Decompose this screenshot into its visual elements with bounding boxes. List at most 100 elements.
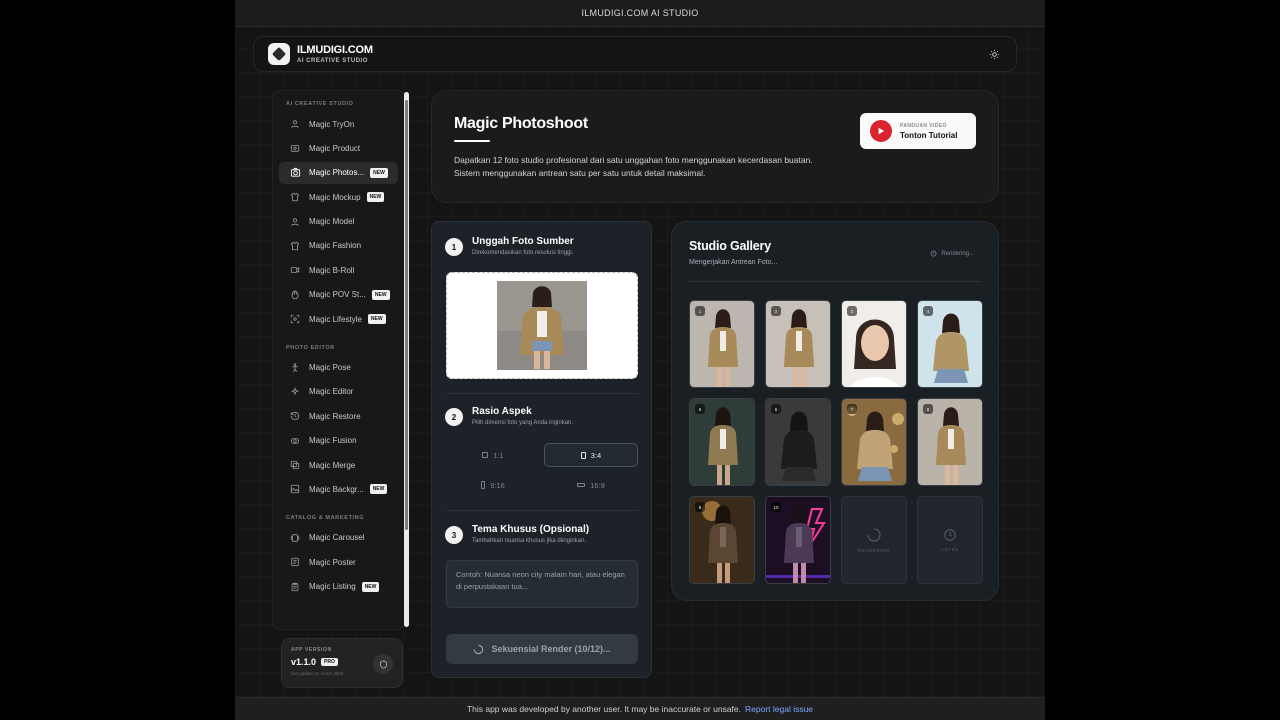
sidebar-item-magic-photos[interactable]: Magic Photos... NEW: [279, 161, 398, 184]
sidebar-item-magic-restore[interactable]: Magic Restore: [279, 405, 398, 427]
step-theme: 3 Tema Khusus (Opsional) Tambahkan nuans…: [445, 524, 589, 544]
gallery-photo[interactable]: 9: [689, 496, 755, 584]
gallery-title: Studio Gallery: [689, 239, 771, 253]
ratio-option-3-4[interactable]: 3:4: [544, 443, 638, 467]
page-description: Dapatkan 12 foto studio profesional dari…: [454, 155, 813, 179]
sidebar-scroll-thumb[interactable]: [405, 100, 408, 530]
ratio-option-16-9[interactable]: 16:9: [544, 473, 638, 497]
photo-number: 9: [695, 502, 705, 512]
gallery-photo[interactable]: 6: [765, 398, 831, 486]
studio-gallery: Studio Gallery Mengerjakan Antrean Foto.…: [671, 221, 999, 601]
user-icon: [289, 216, 301, 228]
new-badge: NEW: [367, 314, 386, 325]
divider: [446, 393, 638, 394]
pro-badge: PRO: [321, 658, 338, 666]
spinner-icon: [867, 528, 881, 542]
photo-number: 7: [847, 404, 857, 414]
sidebar: AI CREATIVE STUDIO Magic TryOn Magic Produ…: [272, 90, 405, 630]
sun-icon[interactable]: [986, 46, 1002, 62]
gallery-photo[interactable]: 4: [917, 300, 983, 388]
shirt-icon: [289, 240, 301, 252]
report-legal-issue-link[interactable]: Report legal issue: [745, 704, 813, 714]
placeholder-label: ANTRE: [940, 547, 960, 552]
step-number: 2: [445, 408, 463, 426]
sparkles-icon: [289, 386, 301, 398]
sidebar-section-title: PHOTO EDITOR: [286, 344, 335, 351]
app-version-number: v1.1.0: [291, 657, 317, 667]
gallery-photo[interactable]: 3: [841, 300, 907, 388]
sidebar-item-magic-poster[interactable]: Magic Poster: [279, 551, 398, 573]
new-badge: NEW: [371, 289, 390, 300]
photo-number: 2: [771, 306, 781, 316]
sidebar-item-magic-merge[interactable]: Magic Merge: [279, 454, 398, 476]
sidebar-item-magic-b-roll[interactable]: Magic B-Roll: [279, 259, 398, 281]
watch-tutorial-button[interactable]: PANDUAN VIDEO Tonton Tutorial: [860, 113, 976, 149]
new-badge: NEW: [369, 484, 388, 495]
figure-icon: [289, 362, 301, 374]
sidebar-item-magic-pose[interactable]: Magic Pose: [279, 357, 398, 379]
queued-placeholder: ANTRE: [917, 496, 983, 584]
play-icon: [870, 120, 892, 142]
photo-number: 4: [923, 306, 933, 316]
shield-icon[interactable]: [373, 654, 393, 674]
ratio-label: 9:16: [490, 480, 505, 490]
tall-portrait-icon: [481, 481, 486, 489]
sidebar-item-magic-editor[interactable]: Magic Editor: [279, 381, 398, 403]
sidebar-item-label: Magic Photos...: [309, 168, 365, 178]
new-badge: NEW: [361, 581, 380, 592]
ratio-option-1-1[interactable]: 1:1: [446, 443, 540, 467]
sidebar-item-magic-fashion[interactable]: Magic Fashion: [279, 235, 398, 257]
theme-input[interactable]: Contoh: Nuansa neon city malam hari, ata…: [446, 560, 638, 608]
divider: [689, 281, 981, 282]
ratio-label: 3:4: [590, 450, 602, 460]
source-photo-upload[interactable]: [446, 272, 638, 379]
sidebar-item-magic-carousel[interactable]: Magic Carousel: [279, 527, 398, 549]
hero-card: Magic Photoshoot Dapatkan 12 foto studio…: [431, 90, 999, 203]
poster-icon: [289, 556, 301, 568]
photo-number: 10: [771, 502, 781, 512]
clock-icon: [944, 529, 956, 541]
render-button[interactable]: Sekuensial Render (10/12)...: [446, 634, 638, 664]
source-photo-preview: [497, 281, 587, 370]
app-version-label: APP VERSION: [291, 647, 332, 653]
gallery-photo[interactable]: 5: [689, 398, 755, 486]
gallery-photo[interactable]: 1: [689, 300, 755, 388]
page-title: Magic Photoshoot: [454, 115, 588, 132]
sidebar-item-label: Magic Poster: [309, 557, 356, 567]
step-subtitle: Pilih dimensi foto yang Anda inginkan.: [472, 420, 574, 426]
header: ILMUDIGI.COM AI CREATIVE STUDIO: [253, 36, 1017, 72]
sidebar-item-magic-backgr[interactable]: Magic Backgr... NEW: [279, 478, 398, 500]
sidebar-item-magic-pov-st[interactable]: Magic POV St... NEW: [279, 284, 398, 306]
sidebar-item-magic-listing[interactable]: Magic Listing NEW: [279, 576, 398, 598]
gallery-subtitle: Mengerjakan Antrean Foto...: [689, 259, 778, 266]
sidebar-item-magic-product[interactable]: Magic Product: [279, 137, 398, 159]
clock-icon: [930, 250, 937, 257]
gallery-photo[interactable]: 10: [765, 496, 831, 584]
ratio-option-9-16[interactable]: 9:16: [446, 473, 540, 497]
layers-icon: [289, 459, 301, 471]
merge-icon: [289, 435, 301, 447]
sidebar-item-label: Magic B-Roll: [309, 265, 355, 275]
photo-number: 8: [923, 404, 933, 414]
history-icon: [289, 410, 301, 422]
app-version-card: APP VERSION v1.1.0 PRO last update 31 mar…: [281, 638, 403, 688]
render-status: Rendering...: [930, 250, 974, 257]
sidebar-item-magic-tryon[interactable]: Magic TryOn: [279, 113, 398, 135]
disclaimer-bar: This app was developed by another user. …: [235, 697, 1045, 720]
photo-number: 1: [695, 306, 705, 316]
sidebar-item-label: Magic Lifestyle: [309, 314, 362, 324]
sidebar-item-magic-lifestyle[interactable]: Magic Lifestyle NEW: [279, 308, 398, 330]
gallery-photo[interactable]: 7: [841, 398, 907, 486]
carousel-icon: [289, 532, 301, 544]
sidebar-item-label: Magic Mockup: [309, 192, 361, 202]
sidebar-item-magic-mockup[interactable]: Magic Mockup NEW: [279, 186, 398, 208]
gallery-photo[interactable]: 2: [765, 300, 831, 388]
brand-name: ILMUDIGI.COM: [297, 44, 373, 56]
gallery-photo[interactable]: 8: [917, 398, 983, 486]
landscape-icon: [577, 483, 586, 487]
sidebar-item-magic-model[interactable]: Magic Model: [279, 211, 398, 233]
sidebar-item-magic-fusion[interactable]: Magic Fusion: [279, 430, 398, 452]
rendering-placeholder: RENDERING: [841, 496, 907, 584]
